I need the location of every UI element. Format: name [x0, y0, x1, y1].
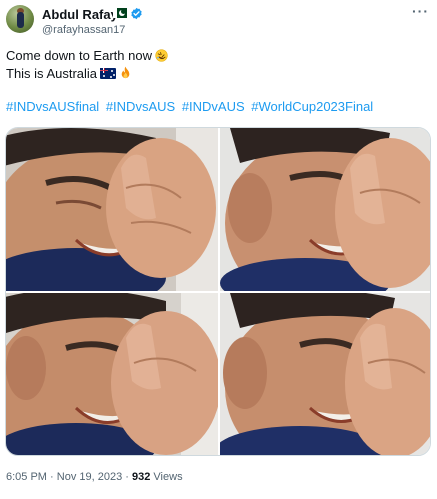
media-image-1[interactable] [6, 128, 218, 291]
separator: · [50, 471, 54, 483]
post-time[interactable]: 6:05 PM [6, 471, 47, 483]
hashtag-link[interactable]: #INDvAUS [182, 99, 245, 114]
rolling-on-floor-laughing-icon [155, 49, 168, 62]
user-handle[interactable]: @rafayhassan17 [42, 24, 125, 36]
separator: · [125, 471, 129, 483]
pakistan-flag-icon [113, 8, 127, 18]
avatar[interactable] [6, 5, 34, 33]
hashtag-link[interactable]: #INDvsAUSfinal [6, 99, 99, 114]
tweet-text-line-1: Come down to Earth now [6, 48, 168, 63]
tweet-text: Come down to Earth now [6, 48, 152, 63]
media-image-4[interactable] [220, 293, 430, 455]
display-name[interactable]: Abdul Rafay [42, 7, 118, 22]
tweet-text: This is Australia [6, 66, 98, 81]
verified-badge-icon [131, 7, 142, 20]
more-options-button[interactable]: ··· [412, 3, 429, 19]
views-label: Views [153, 471, 183, 483]
australia-flag-icon [100, 68, 117, 79]
tweet-metadata: 6:05 PM · Nov 19, 2023 · 932 Views [6, 471, 183, 483]
tweet-text-line-2: This is Australia [6, 66, 132, 81]
media-image-2[interactable] [220, 128, 430, 291]
fire-icon [121, 66, 130, 79]
tweet-card: Abdul Rafay @rafayhassan17 ··· Come down… [0, 0, 437, 499]
hashtag-list: #INDvsAUSfinal #INDvsAUS #INDvAUS #World… [6, 99, 376, 114]
hashtag-link[interactable]: #WorldCup2023Final [251, 99, 373, 114]
media-image-3[interactable] [6, 293, 218, 455]
post-date[interactable]: Nov 19, 2023 [57, 471, 122, 483]
views-count: 932 [132, 471, 151, 483]
media-grid [5, 127, 431, 456]
hashtag-link[interactable]: #INDvsAUS [106, 99, 175, 114]
